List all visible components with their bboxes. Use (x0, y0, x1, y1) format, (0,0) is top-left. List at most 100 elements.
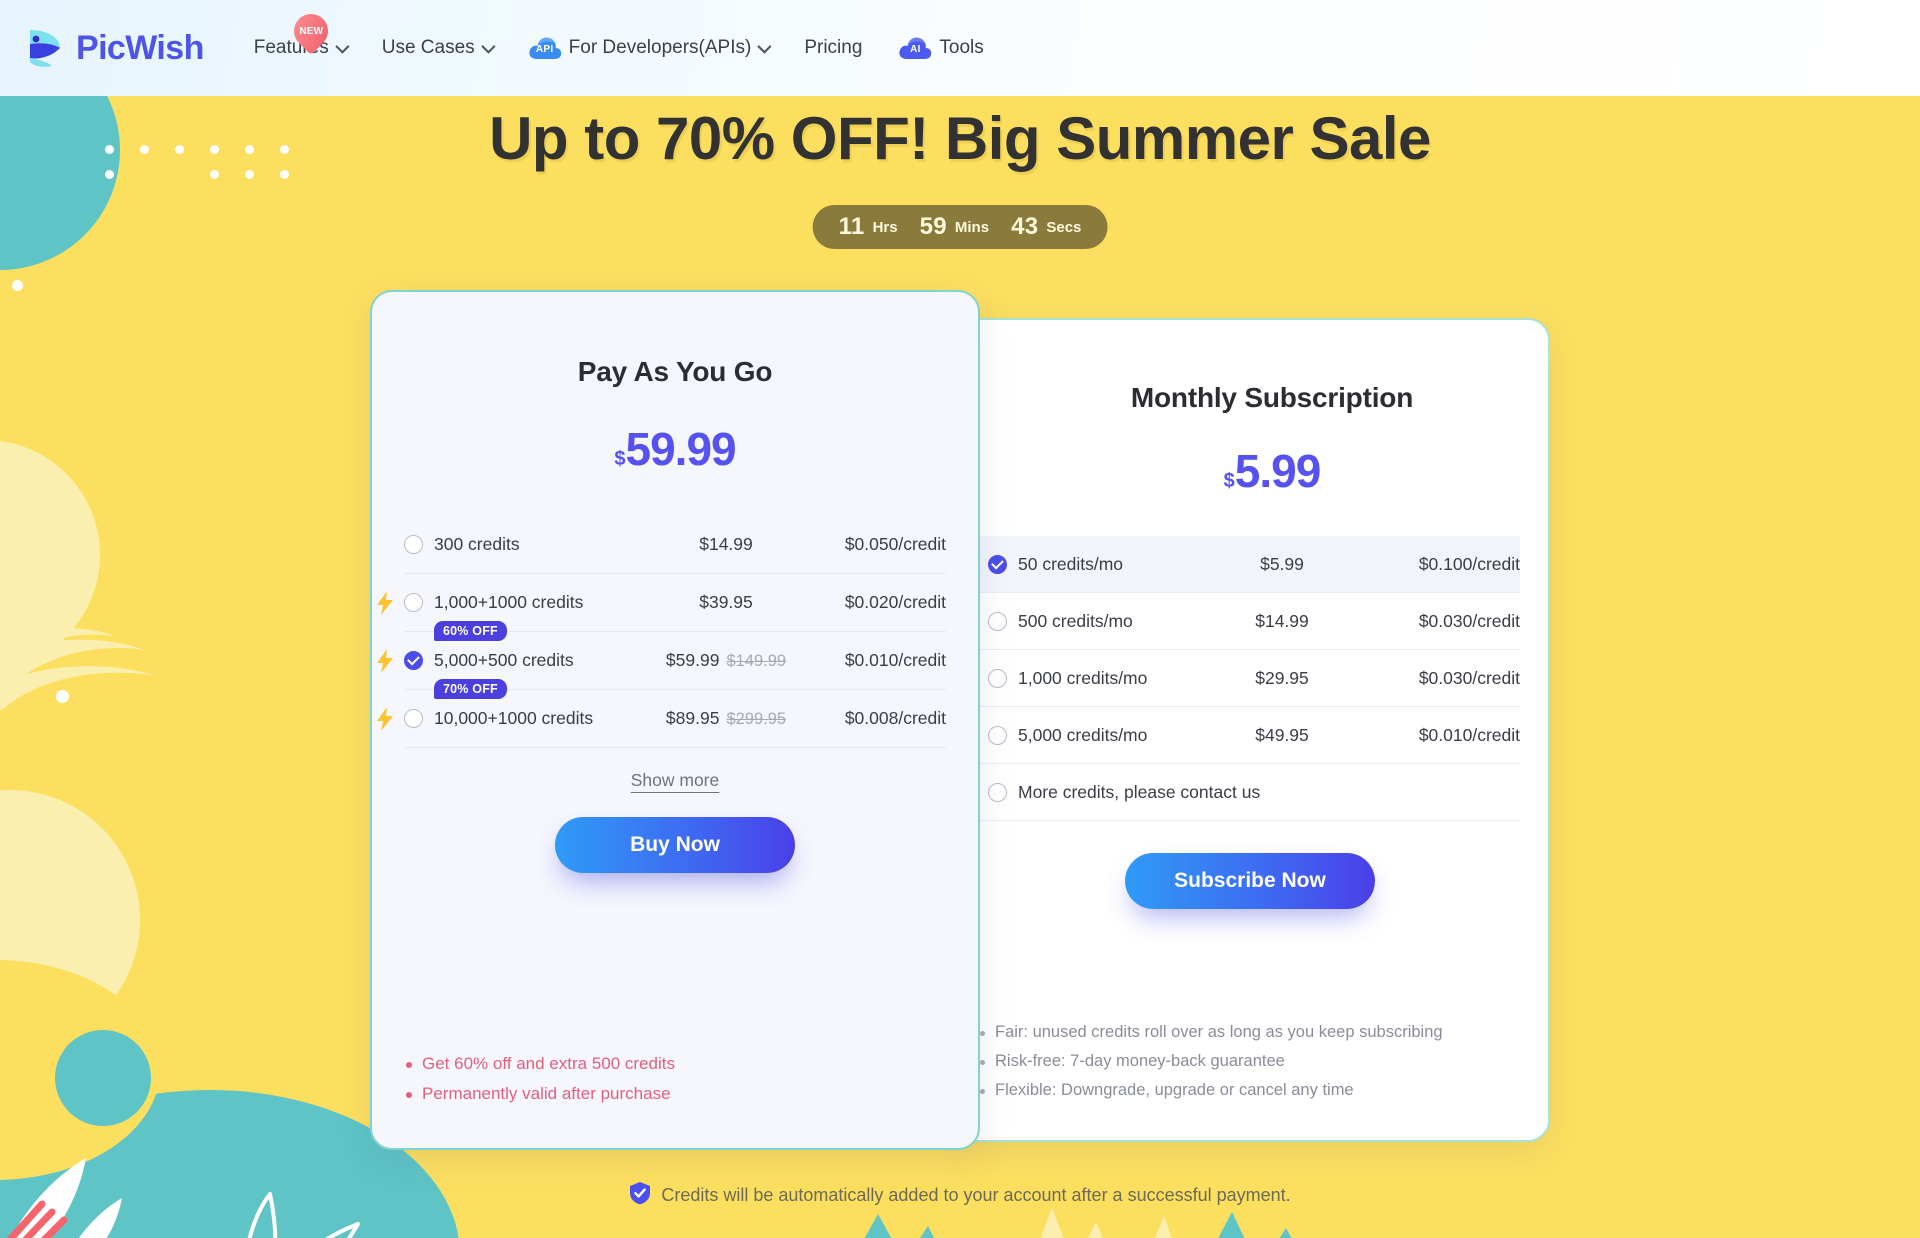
payg-note-item: Get 60% off and extra 500 credits (406, 1054, 675, 1074)
radio-unselected-icon[interactable] (404, 709, 423, 728)
shield-check-icon (629, 1181, 651, 1210)
nav-item-label: Pricing (804, 37, 863, 58)
plan-unit-price: $0.008/credit (844, 708, 946, 728)
radio-selected-icon[interactable] (404, 651, 423, 670)
plan-unit-price: $0.050/credit (844, 534, 946, 554)
bullet-icon (406, 1062, 412, 1068)
subscription-note-text: Risk-free: 7-day money-back guarantee (995, 1052, 1285, 1070)
payg-card-title: Pay As You Go (577, 356, 773, 387)
nav-item-for-developers[interactable]: API For Developers(APIs) (510, 0, 787, 96)
plan-label: 500 credits/mo (1018, 610, 1133, 631)
plan-price: $49.95 (1255, 724, 1309, 745)
payg-plan-row[interactable]: 300 credits $14.99 $0.050/credit (404, 516, 946, 574)
chevron-down-icon (480, 39, 496, 54)
decor-white-dot-secondary (56, 690, 69, 703)
subscription-plan-list: 50 credits/mo $5.99 $0.100/credit 500 cr… (980, 536, 1520, 821)
countdown-minutes: 59 (919, 213, 947, 240)
decor-teal-circle-bottom-left (55, 1030, 151, 1126)
chevron-down-icon (757, 39, 772, 54)
radio-unselected-icon[interactable] (404, 593, 423, 612)
new-badge-label: NEW (298, 25, 323, 37)
payg-plan-row[interactable]: 70% OFF 10,000+1000 credits $89.95 $299.9… (377, 679, 946, 748)
subscription-price: $ 5.99 (952, 444, 1548, 498)
nav-item-use-cases[interactable]: Use Cases (364, 0, 510, 96)
payg-notes: Get 60% off and extra 500 credits Perman… (406, 1054, 675, 1114)
plan-label: 10,000+1000 credits (434, 708, 594, 728)
bullet-icon (980, 1060, 985, 1065)
decor-cream-circle-upper (0, 440, 100, 670)
nav-item-label: Use Cases (381, 37, 475, 58)
radio-unselected-icon[interactable] (988, 782, 1007, 802)
payg-note-item: Permanently valid after purchase (406, 1084, 675, 1104)
logo-text: PicWish (76, 28, 204, 67)
nav-item-tools[interactable]: AI Tools (880, 0, 1001, 96)
subscription-note-text: Flexible: Downgrade, upgrade or cancel a… (995, 1081, 1354, 1099)
chevron-down-icon (335, 39, 350, 54)
subscription-price-value: 5.99 (1234, 445, 1322, 497)
plan-unit-price: $0.030/credit (1418, 610, 1520, 631)
countdown-hours: 11 (838, 213, 865, 240)
nav-item-features[interactable]: Features NEW (236, 0, 364, 96)
lightning-bolt-icon (376, 648, 394, 673)
payment-note-text: Credits will be automatically added to y… (661, 1185, 1291, 1205)
plan-price: $14.99 (1255, 610, 1309, 631)
radio-unselected-icon[interactable] (988, 611, 1007, 631)
discount-badge: 60% OFF (434, 621, 507, 641)
countdown-minutes-unit: Mins (954, 218, 990, 236)
plan-price-group: $89.95 $299.95 (652, 708, 800, 729)
plan-price: $89.95 (665, 708, 720, 728)
subscription-plan-row[interactable]: 1,000 credits/mo $29.95 $0.030/credit (980, 650, 1520, 707)
bullet-icon (406, 1092, 412, 1098)
plan-unit-price: $0.010/credit (1418, 724, 1520, 745)
lightning-bolt-icon (376, 590, 394, 615)
lightning-bolt-icon (376, 706, 394, 731)
radio-selected-icon[interactable] (988, 554, 1007, 574)
plan-unit-price: $0.100/credit (1418, 553, 1520, 574)
plan-price: $5.99 (1260, 553, 1304, 574)
buy-now-button[interactable]: Buy Now (555, 817, 795, 873)
payg-note-text: Permanently valid after purchase (422, 1084, 671, 1103)
plan-original-price: $299.95 (726, 710, 787, 728)
subscription-plan-row[interactable]: 500 credits/mo $14.99 $0.030/credit (980, 593, 1520, 650)
payg-note-text: Get 60% off and extra 500 credits (422, 1054, 675, 1073)
plan-price: $39.95 (699, 592, 753, 612)
plan-label: 1,000 credits/mo (1018, 667, 1148, 688)
nav-item-pricing[interactable]: Pricing (786, 0, 880, 96)
bullet-icon (980, 1031, 985, 1036)
subscription-plan-row-selected[interactable]: 50 credits/mo $5.99 $0.100/credit (980, 536, 1520, 593)
subscription-plan-row-contact[interactable]: More credits, please contact us (980, 764, 1520, 821)
payg-currency: $ (614, 448, 626, 470)
subscription-currency: $ (1223, 470, 1235, 492)
logo[interactable]: PicWish (22, 0, 204, 96)
site-header: PicWish Features NEW Use Cases API For D… (0, 0, 1920, 96)
api-cloud-icon: API (528, 35, 562, 61)
payment-note: Credits will be automatically added to y… (0, 1181, 1920, 1210)
plan-original-price: $149.99 (726, 652, 787, 670)
subscribe-now-button[interactable]: Subscribe Now (1125, 853, 1375, 909)
payg-price-value: 59.99 (625, 423, 737, 475)
ai-icon-label: AI (910, 44, 921, 55)
subscription-note-text: Fair: unused credits roll over as long a… (995, 1023, 1443, 1041)
monthly-subscription-card: Monthly Subscription $ 5.99 50 credits/m… (950, 318, 1550, 1142)
plan-unit-price: $0.020/credit (844, 592, 946, 612)
plan-label: 1,000+1000 credits (434, 592, 584, 612)
radio-unselected-icon[interactable] (988, 668, 1007, 688)
subscription-plan-row[interactable]: 5,000 credits/mo $49.95 $0.010/credit (980, 707, 1520, 764)
radio-unselected-icon[interactable] (988, 725, 1007, 745)
api-icon-label: API (535, 44, 554, 55)
subscription-card-title: Monthly Subscription (1130, 382, 1414, 413)
plan-label: 300 credits (434, 534, 520, 554)
pay-as-you-go-card: Pay As You Go $ 59.99 300 credits $14.99… (370, 290, 980, 1150)
plan-label: 5,000+500 credits (434, 650, 574, 670)
main-nav: Features NEW Use Cases API For Developer… (236, 0, 1002, 96)
show-more-link[interactable]: Show more (372, 770, 978, 791)
subscription-note-item: Fair: unused credits roll over as long a… (980, 1023, 1443, 1042)
bullet-icon (980, 1089, 985, 1094)
decor-palm-leaf-cream (0, 600, 190, 720)
plan-unit-price: $0.010/credit (844, 650, 946, 670)
pricing-cards: Pay As You Go $ 59.99 300 credits $14.99… (370, 290, 1550, 1150)
page-title: Up to 70% OFF! Big Summer Sale (489, 105, 1431, 172)
subscription-notes: Fair: unused credits roll over as long a… (980, 1023, 1443, 1110)
radio-unselected-icon[interactable] (404, 535, 423, 554)
countdown-seconds: 43 (1011, 213, 1039, 240)
